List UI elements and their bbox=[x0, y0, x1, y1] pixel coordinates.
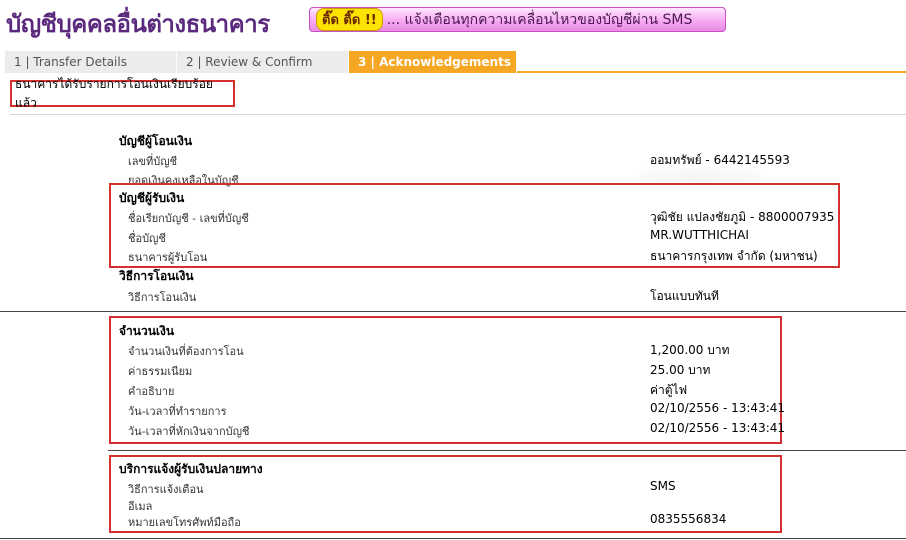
tab-review-confirm[interactable]: 2 | Review & Confirm bbox=[177, 51, 349, 73]
separator bbox=[10, 114, 906, 115]
sms-banner-text: ... แจ้งเตือนทุกความเคลื่อนไหวของบัญชีผ่… bbox=[386, 11, 693, 28]
to-account-name-number-value: วุฒิชัย แปลงชัยภูมิ - 8800007935 bbox=[650, 210, 835, 224]
description-value: ค่าตู้ไฟ bbox=[650, 383, 688, 397]
to-account-name-value: MR.WUTTHICHAI bbox=[650, 228, 749, 242]
section-divider bbox=[108, 450, 906, 451]
notify-method-label: วิธีการแจ้งเตือน bbox=[128, 483, 204, 496]
step-tabs: 1 | Transfer Details 2 | Review & Confir… bbox=[5, 51, 906, 73]
debit-time-value: 02/10/2556 - 13:43:41 bbox=[650, 421, 786, 435]
method-title: วิธีการโอนเงิน bbox=[119, 269, 194, 283]
tab-acknowledgements[interactable]: 3 | Acknowledgements bbox=[349, 51, 517, 73]
sms-banner-badge: ติ๊ด ติ๊ด !! bbox=[316, 8, 383, 31]
fee-label: ค่าธรรมเนียม bbox=[128, 365, 193, 378]
section-divider bbox=[0, 538, 906, 539]
debit-time-label: วัน-เวลาที่หักเงินจากบัญชี bbox=[128, 425, 250, 438]
page-title: บัญชีบุคคลอื่นต่างธนาคาร bbox=[6, 10, 270, 38]
to-bank-value: ธนาคารกรุงเทพ จำกัด (มหาชน) bbox=[650, 249, 818, 263]
description-label: คำอธิบาย bbox=[128, 385, 175, 398]
to-account-title: บัญชีผู้รับเงิน bbox=[119, 191, 185, 205]
balance-value-blurred bbox=[640, 169, 760, 183]
method-label: วิธีการโอนเงิน bbox=[128, 291, 197, 304]
fee-value: 25.00 บาท bbox=[650, 363, 711, 377]
notify-method-value: SMS bbox=[650, 479, 676, 493]
transfer-amount-value: 1,200.00 บาท bbox=[650, 343, 730, 357]
to-bank-label: ธนาคารผู้รับโอน bbox=[128, 251, 208, 264]
mobile-value: 0835556834 bbox=[650, 512, 727, 526]
amount-title: จำนวนเงิน bbox=[119, 324, 175, 338]
section-divider bbox=[0, 311, 906, 312]
sms-banner[interactable]: ติ๊ด ติ๊ด !! ... แจ้งเตือนทุกความเคลื่อน… bbox=[309, 7, 726, 32]
tab-transfer-details[interactable]: 1 | Transfer Details bbox=[5, 51, 177, 73]
mobile-label: หมายเลขโทรศัพท์มือถือ bbox=[128, 516, 241, 529]
transaction-time-label: วัน-เวลาที่ทำรายการ bbox=[128, 405, 227, 418]
success-notice: ธนาคารได้รับรายการโอนเงินเรียบร้อยแล้ว bbox=[10, 77, 235, 110]
transfer-amount-label: จำนวนเงินที่ต้องการโอน bbox=[128, 345, 244, 358]
method-value: โอนแบบทันที bbox=[650, 289, 719, 303]
from-account-number-label: เลขที่บัญชี bbox=[128, 155, 178, 168]
from-account-title: บัญชีผู้โอนเงิน bbox=[119, 134, 193, 148]
from-account-number-value: ออมทรัพย์ - 6442145593 bbox=[650, 153, 790, 167]
to-account-name-number-label: ชื่อเรียกบัญชี - เลขที่บัญชี bbox=[128, 212, 249, 225]
notify-title: บริการแจ้งผู้รับเงินปลายทาง bbox=[119, 462, 263, 476]
to-account-name-label: ชื่อบัญชี bbox=[128, 232, 166, 245]
transaction-time-value: 02/10/2556 - 13:43:41 bbox=[650, 401, 786, 415]
